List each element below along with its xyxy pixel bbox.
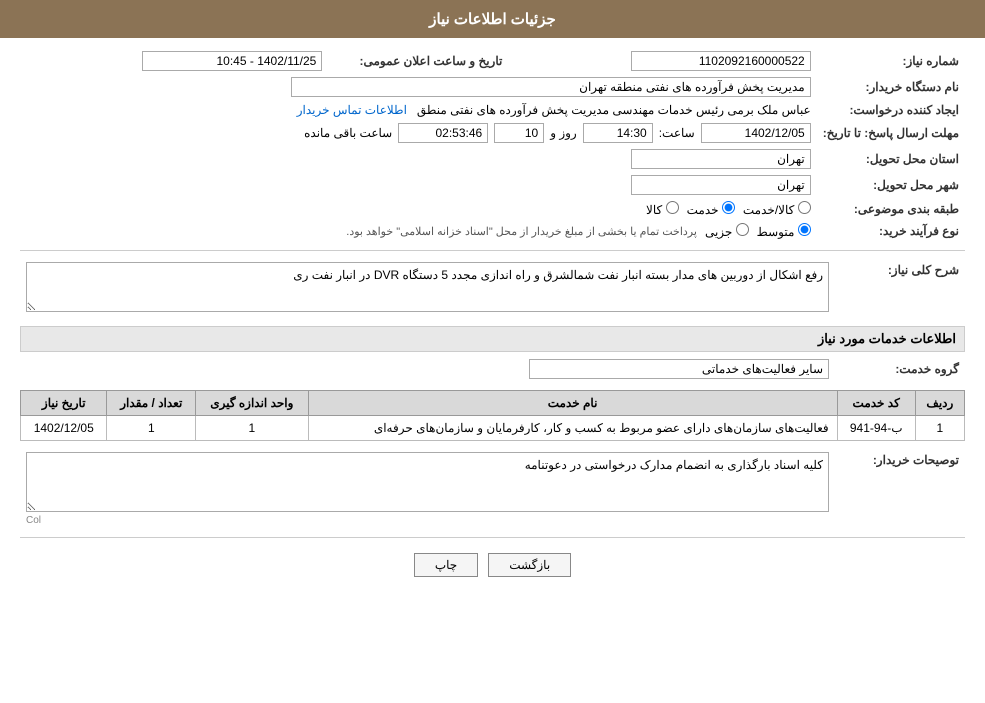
table-row: توصیحات خریدار: Col [20, 449, 965, 529]
creator-label: ایجاد کننده درخواست: [817, 100, 965, 120]
countdown-input[interactable] [398, 123, 488, 143]
need-desc-label: شرح کلی نیاز: [835, 259, 965, 318]
divider-2 [20, 537, 965, 538]
deadline-days-input[interactable] [494, 123, 544, 143]
deadline-date-input[interactable] [701, 123, 811, 143]
creator-link[interactable]: اطلاعات تماس خریدار [297, 103, 407, 117]
category-option-1[interactable]: کالا [646, 201, 679, 217]
main-content: شماره نیاز: تاریخ و ساعت اعلان عمومی: نا… [0, 38, 985, 597]
process-label: نوع فرآیند خرید: [817, 220, 965, 242]
buyer-notes-textarea[interactable] [26, 452, 829, 512]
info-table: شماره نیاز: تاریخ و ساعت اعلان عمومی: نا… [20, 48, 965, 242]
province-label: استان محل تحویل: [817, 146, 965, 172]
announcement-label: تاریخ و ساعت اعلان عمومی: [328, 48, 508, 74]
city-label: شهر محل تحویل: [817, 172, 965, 198]
page-header: جزئیات اطلاعات نیاز [0, 0, 985, 38]
process-option-2[interactable]: متوسط [757, 223, 811, 239]
row-date: 1402/12/05 [21, 416, 107, 441]
row-unit: 1 [196, 416, 308, 441]
buyer-input[interactable] [291, 77, 811, 97]
service-group-table: گروه خدمت: [20, 356, 965, 382]
table-row: شماره نیاز: تاریخ و ساعت اعلان عمومی: [20, 48, 965, 74]
countdown-label: ساعت باقی مانده [304, 126, 392, 140]
divider-1 [20, 250, 965, 251]
announcement-input[interactable] [142, 51, 322, 71]
deadline-days-label: روز و [550, 126, 577, 140]
table-row: نوع فرآیند خرید: متوسط جزیی [20, 220, 965, 242]
col-header-qty: تعداد / مقدار [107, 391, 196, 416]
buyer-notes-label: توصیحات خریدار: [835, 449, 965, 529]
table-row: گروه خدمت: [20, 356, 965, 382]
row-quantity: 1 [107, 416, 196, 441]
buyer-label: نام دستگاه خریدار: [817, 74, 965, 100]
table-row: استان محل تحویل: [20, 146, 965, 172]
deadline-time-label: ساعت: [659, 126, 695, 140]
deadline-label: مهلت ارسال پاسخ: تا تاریخ: [817, 120, 965, 146]
buyer-notes-table: توصیحات خریدار: Col [20, 449, 965, 529]
process-option-1[interactable]: جزیی [705, 223, 749, 239]
col-indicator: Col [26, 515, 829, 526]
row-number: 1 [915, 416, 964, 441]
creator-value: عباس ملک برمی رئیس خدمات مهندسی مدیریت پ… [417, 103, 811, 117]
province-input[interactable] [631, 149, 811, 169]
table-row: شرح کلی نیاز: [20, 259, 965, 318]
deadline-time-input[interactable] [583, 123, 653, 143]
category-label: طبقه بندی موضوعی: [817, 198, 965, 220]
header-row: ردیف کد خدمت نام خدمت واحد اندازه گیری ت… [21, 391, 965, 416]
services-table-body: 1 ب-94-941 فعالیت‌های سازمان‌های دارای ع… [21, 416, 965, 441]
process-note: پرداخت تمام یا بخشی از مبلغ خریدار از مح… [346, 225, 697, 238]
services-table: ردیف کد خدمت نام خدمت واحد اندازه گیری ت… [20, 390, 965, 441]
col-header-code: کد خدمت [837, 391, 915, 416]
services-table-header: ردیف کد خدمت نام خدمت واحد اندازه گیری ت… [21, 391, 965, 416]
print-button[interactable]: چاپ [414, 553, 478, 577]
services-section-title: اطلاعات خدمات مورد نیاز [20, 326, 965, 352]
back-button[interactable]: بازگشت [488, 553, 571, 577]
button-bar: بازگشت چاپ [20, 553, 965, 577]
row-code: ب-94-941 [837, 416, 915, 441]
need-desc-textarea[interactable] [26, 262, 829, 312]
table-row: 1 ب-94-941 فعالیت‌های سازمان‌های دارای ع… [21, 416, 965, 441]
service-group-input[interactable] [529, 359, 829, 379]
row-name: فعالیت‌های سازمان‌های دارای عضو مربوط به… [308, 416, 837, 441]
col-header-unit: واحد اندازه گیری [196, 391, 308, 416]
col-header-row: ردیف [915, 391, 964, 416]
category-option-2[interactable]: خدمت [687, 201, 735, 217]
need-number-input[interactable] [631, 51, 811, 71]
table-row: طبقه بندی موضوعی: کالا/خدمت خدمت [20, 198, 965, 220]
need-number-label: شماره نیاز: [817, 48, 965, 74]
table-row: ایجاد کننده درخواست: عباس ملک برمی رئیس … [20, 100, 965, 120]
table-row: نام دستگاه خریدار: [20, 74, 965, 100]
category-option-3[interactable]: کالا/خدمت [743, 201, 811, 217]
need-desc-table: شرح کلی نیاز: [20, 259, 965, 318]
page-wrapper: جزئیات اطلاعات نیاز شماره نیاز: تاریخ و … [0, 0, 985, 703]
col-header-name: نام خدمت [308, 391, 837, 416]
page-title: جزئیات اطلاعات نیاز [429, 11, 556, 28]
table-row: مهلت ارسال پاسخ: تا تاریخ: ساعت: روز و س… [20, 120, 965, 146]
service-group-label: گروه خدمت: [835, 356, 965, 382]
table-row: شهر محل تحویل: [20, 172, 965, 198]
city-input[interactable] [631, 175, 811, 195]
col-header-date: تاریخ نیاز [21, 391, 107, 416]
